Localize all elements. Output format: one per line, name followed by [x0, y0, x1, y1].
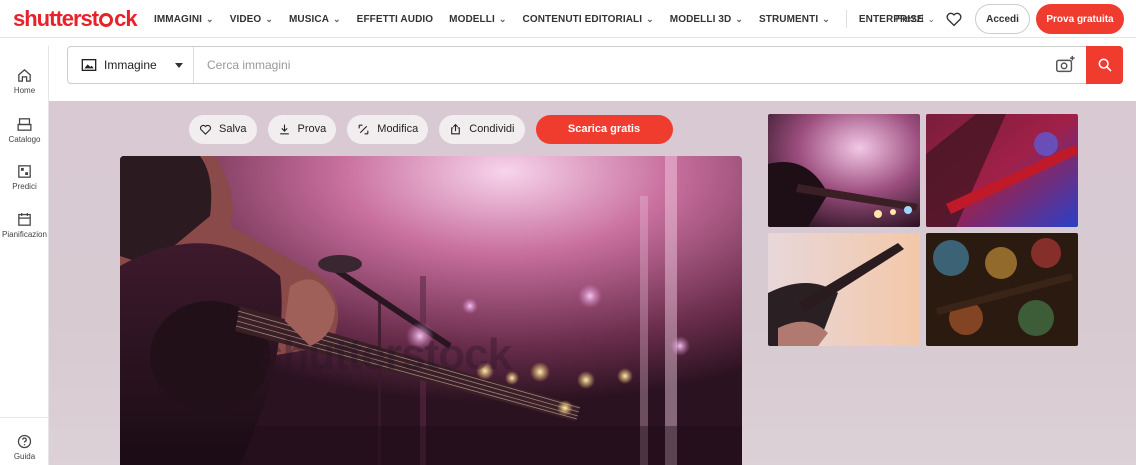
salva-button[interactable]: Salva [189, 114, 257, 144]
accedi-button[interactable]: Accedi [975, 4, 1030, 34]
sidebar-item-catalogo[interactable]: Catalogo [0, 116, 49, 144]
image-icon [81, 59, 97, 71]
account-nav: Prezzi ⌄ Accedi Prova gratuita [896, 4, 1124, 34]
chevron-down-icon: ⌄ [735, 13, 743, 24]
download-icon [279, 124, 289, 134]
electric-guitar-photo-thumbnail [768, 233, 920, 346]
guitarist-on-stage-photo [120, 156, 742, 465]
menu-strumenti[interactable]: STRUMENTI ⌄ [759, 14, 830, 25]
sidebar-item-pianificazione[interactable]: Pianificazion [0, 211, 49, 239]
sidebar-item-guida[interactable]: Guida [0, 433, 49, 461]
bass-player-photo-thumbnail [926, 114, 1078, 227]
share-icon [451, 123, 461, 134]
menu-divider [845, 10, 847, 28]
guitarist-photo-thumbnail [768, 114, 920, 227]
main-menu: IMMAGINI ⌄ VIDEO ⌄ MUSICA ⌄ EFFETTI AUDIO M… [154, 0, 940, 38]
menu-contenuti-editoriali[interactable]: CONTENUTI EDITORIALI ⌄ [523, 14, 654, 25]
prova-gratuita-button[interactable]: Prova gratuita [1036, 4, 1124, 34]
menu-modelli[interactable]: MODELLI ⌄ [449, 14, 506, 25]
related-image-1[interactable] [768, 114, 920, 227]
left-sidebar: Home Catalogo Predici Pianificazion Guid… [0, 46, 49, 465]
search-icon [1098, 58, 1112, 72]
catalog-icon [17, 118, 32, 131]
chevron-down-icon: ⌄ [927, 13, 935, 24]
bokeh-guitar-photo-thumbnail [926, 233, 1078, 346]
heart-icon [200, 124, 211, 135]
edit-icon [358, 124, 369, 134]
shutterstock-logo[interactable]: shutterst ck [13, 6, 138, 32]
menu-musica[interactable]: MUSICA ⌄ [289, 14, 341, 25]
calendar-icon [18, 213, 31, 226]
chevron-down-icon: ⌄ [333, 13, 341, 24]
chevron-down-icon: ⌄ [206, 13, 214, 24]
chevron-down-icon: ⌄ [822, 13, 830, 24]
caret-down-icon [175, 62, 183, 68]
image-actions: Salva Prova Modifica Condividi Scarica g… [189, 114, 673, 144]
menu-modelli-3d[interactable]: MODELLI 3D ⌄ [670, 14, 743, 25]
search-input[interactable] [194, 47, 1054, 83]
chevron-down-icon: ⌄ [646, 13, 654, 24]
related-image-4[interactable] [926, 233, 1078, 346]
chevron-down-icon: ⌄ [265, 13, 273, 24]
prezzi-dropdown[interactable]: Prezzi ⌄ [896, 14, 935, 25]
related-image-3[interactable] [768, 233, 920, 346]
sidebar-item-home[interactable]: Home [0, 67, 49, 95]
menu-effetti-audio[interactable]: EFFETTI AUDIO [357, 14, 433, 25]
search-bar: Immagine [67, 46, 1123, 84]
search-button[interactable] [1086, 46, 1123, 84]
scarica-gratis-button[interactable]: Scarica gratis [535, 114, 673, 144]
related-image-2[interactable] [926, 114, 1078, 227]
predict-icon [18, 165, 31, 178]
modifica-button[interactable]: Modifica [347, 114, 429, 144]
main-stock-image[interactable] [120, 156, 742, 465]
top-navigation: shutterst ck IMMAGINI ⌄ VIDEO ⌄ MUSICA ⌄ EFF… [0, 0, 1136, 38]
watermark: shutterstock [259, 330, 512, 379]
menu-video[interactable]: VIDEO ⌄ [230, 14, 273, 25]
help-icon [17, 434, 32, 449]
condividi-button[interactable]: Condividi [439, 114, 525, 144]
chevron-down-icon: ⌄ [498, 13, 507, 24]
prova-button[interactable]: Prova [267, 114, 337, 144]
sidebar-item-predici[interactable]: Predici [0, 163, 49, 191]
media-type-select[interactable]: Immagine [68, 47, 194, 83]
menu-immagini[interactable]: IMMAGINI ⌄ [154, 14, 214, 25]
heart-icon[interactable] [945, 10, 963, 28]
reverse-image-search-icon[interactable] [1054, 54, 1076, 76]
sidebar-divider [0, 417, 49, 418]
home-icon [18, 68, 31, 82]
